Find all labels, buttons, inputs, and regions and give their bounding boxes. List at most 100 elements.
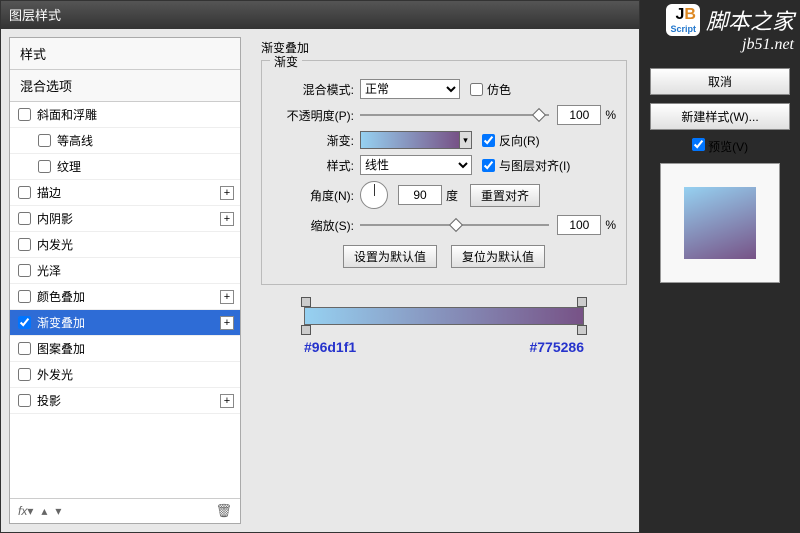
styles-header[interactable]: 样式 [10, 38, 240, 70]
add-effect-icon[interactable]: + [220, 316, 234, 330]
effect-item-5[interactable]: 内发光 [10, 232, 240, 258]
effect-checkbox[interactable] [18, 264, 31, 277]
opacity-label: 不透明度(P): [272, 107, 354, 124]
gradient-editor[interactable]: #96d1f1 #775286 [304, 307, 584, 355]
reset-align-button[interactable]: 重置对齐 [470, 184, 540, 207]
gradient-dropdown[interactable]: ▾ [460, 131, 472, 149]
watermark: JBScript 脚本之家 jb51.net [666, 4, 794, 54]
effect-item-1[interactable]: 等高线 [10, 128, 240, 154]
blend-options-header[interactable]: 混合选项 [10, 70, 240, 102]
reverse-label: 反向(R) [499, 132, 540, 149]
align-label: 与图层对齐(I) [499, 157, 570, 174]
effect-label: 斜面和浮雕 [37, 106, 97, 123]
angle-dial[interactable] [360, 181, 388, 209]
effect-checkbox[interactable] [38, 134, 51, 147]
opacity-stop-left[interactable] [301, 297, 311, 307]
effects-footer: fx▾ ▴ ▾ 🗑 [10, 498, 240, 523]
effect-checkbox[interactable] [18, 238, 31, 251]
effect-label: 内阴影 [37, 210, 73, 227]
effect-checkbox[interactable] [18, 316, 31, 329]
scale-input[interactable] [557, 215, 601, 235]
preview-box [660, 163, 780, 283]
fx-menu[interactable]: fx▾ [18, 504, 33, 518]
effect-item-0[interactable]: 斜面和浮雕 [10, 102, 240, 128]
blend-mode-select[interactable]: 正常 [360, 79, 460, 99]
move-down-icon[interactable]: ▾ [55, 504, 61, 518]
dither-label: 仿色 [487, 81, 511, 98]
effect-item-4[interactable]: 内阴影 + [10, 206, 240, 232]
effect-label: 纹理 [57, 158, 81, 175]
gradient-label: 渐变: [272, 132, 354, 149]
hex-right: #775286 [529, 339, 584, 355]
effect-checkbox[interactable] [18, 368, 31, 381]
reverse-checkbox[interactable] [482, 134, 495, 147]
effect-checkbox[interactable] [18, 394, 31, 407]
trash-icon[interactable]: 🗑 [215, 503, 232, 519]
effect-item-9[interactable]: 图案叠加 [10, 336, 240, 362]
dialog-buttons: 取消 新建样式(W)... 预览(V) [650, 68, 790, 289]
effect-label: 颜色叠加 [37, 288, 85, 305]
effect-label: 等高线 [57, 132, 93, 149]
effect-label: 光泽 [37, 262, 61, 279]
gradient-fieldset: 渐变 混合模式: 正常 仿色 不透明度(P): % 渐变: [261, 60, 627, 285]
scale-label: 缩放(S): [272, 217, 354, 234]
titlebar[interactable]: 图层样式 [1, 1, 639, 29]
opacity-input[interactable] [557, 105, 601, 125]
effect-checkbox[interactable] [18, 290, 31, 303]
angle-unit: 度 [446, 187, 458, 204]
effect-label: 渐变叠加 [37, 314, 85, 331]
effect-item-2[interactable]: 纹理 [10, 154, 240, 180]
cancel-button[interactable]: 取消 [650, 68, 790, 95]
new-style-button[interactable]: 新建样式(W)... [650, 103, 790, 130]
effect-item-8[interactable]: 渐变叠加 + [10, 310, 240, 336]
window-title: 图层样式 [9, 8, 61, 23]
preview-checkbox[interactable] [692, 138, 705, 151]
effect-checkbox[interactable] [18, 108, 31, 121]
effect-label: 外发光 [37, 366, 73, 383]
add-effect-icon[interactable]: + [220, 394, 234, 408]
align-checkbox[interactable] [482, 159, 495, 172]
effect-item-10[interactable]: 外发光 [10, 362, 240, 388]
layer-style-dialog: 图层样式 样式 混合选项 斜面和浮雕等高线纹理描边 + 内阴影 + 内发光光泽颜色叠加 +… [0, 0, 640, 533]
hex-left: #96d1f1 [304, 339, 356, 355]
watermark-cn: 脚本之家 [706, 4, 794, 36]
effect-checkbox[interactable] [18, 342, 31, 355]
effect-checkbox[interactable] [18, 212, 31, 225]
effect-item-3[interactable]: 描边 + [10, 180, 240, 206]
effect-item-11[interactable]: 投影 + [10, 388, 240, 414]
opacity-slider[interactable] [360, 108, 549, 122]
angle-input[interactable] [398, 185, 442, 205]
gradient-swatch[interactable] [360, 131, 460, 149]
add-effect-icon[interactable]: + [220, 290, 234, 304]
logo-badge: JBScript [666, 4, 700, 36]
scale-slider[interactable] [360, 218, 549, 232]
effect-checkbox[interactable] [18, 186, 31, 199]
dither-checkbox[interactable] [470, 83, 483, 96]
move-up-icon[interactable]: ▴ [41, 504, 47, 518]
effect-item-7[interactable]: 颜色叠加 + [10, 284, 240, 310]
add-effect-icon[interactable]: + [220, 186, 234, 200]
reset-default-button[interactable]: 复位为默认值 [451, 245, 545, 268]
effect-label: 投影 [37, 392, 61, 409]
effects-list-panel: 样式 混合选项 斜面和浮雕等高线纹理描边 + 内阴影 + 内发光光泽颜色叠加 + 渐变叠加 +… [9, 37, 241, 524]
scale-unit: % [605, 218, 616, 232]
preview-label: 预览(V) [708, 140, 748, 154]
color-stop-left[interactable] [301, 325, 311, 335]
effect-label: 描边 [37, 184, 61, 201]
effects-list: 斜面和浮雕等高线纹理描边 + 内阴影 + 内发光光泽颜色叠加 + 渐变叠加 + 图案叠加外发光投… [10, 102, 240, 498]
effect-checkbox[interactable] [38, 160, 51, 173]
make-default-button[interactable]: 设置为默认值 [343, 245, 437, 268]
opacity-stop-right[interactable] [577, 297, 587, 307]
style-select[interactable]: 线性 [360, 155, 472, 175]
fieldset-legend: 渐变 [270, 53, 302, 70]
add-effect-icon[interactable]: + [220, 212, 234, 226]
effect-label: 内发光 [37, 236, 73, 253]
angle-label: 角度(N): [272, 187, 354, 204]
preview-swatch [684, 187, 756, 259]
effect-item-6[interactable]: 光泽 [10, 258, 240, 284]
watermark-url: jb51.net [666, 36, 794, 54]
effect-label: 图案叠加 [37, 340, 85, 357]
gradient-overlay-panel: 渐变叠加 渐变 混合模式: 正常 仿色 不透明度(P): % 渐变: [249, 29, 639, 532]
panel-title: 渐变叠加 [261, 39, 627, 56]
color-stop-right[interactable] [577, 325, 587, 335]
